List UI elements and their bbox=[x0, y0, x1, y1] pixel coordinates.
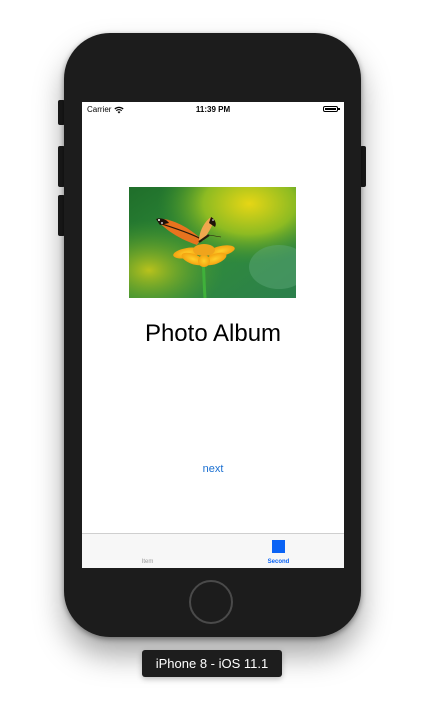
tab-item[interactable]: Item bbox=[82, 534, 213, 568]
device-label: iPhone 8 - iOS 11.1 bbox=[142, 650, 282, 677]
home-button[interactable] bbox=[189, 580, 233, 624]
tab-second-label: Second bbox=[267, 559, 290, 565]
tab-bar: Item Second bbox=[82, 533, 344, 568]
status-time: 11:39 PM bbox=[195, 105, 231, 114]
butterfly-photo bbox=[129, 187, 296, 298]
square-tab-icon bbox=[272, 540, 285, 553]
battery-fill bbox=[325, 108, 336, 110]
blank-tab-icon bbox=[141, 540, 154, 553]
tab-second[interactable]: Second bbox=[213, 534, 344, 568]
battery-icon bbox=[323, 106, 340, 112]
tab-item-label: Item bbox=[141, 559, 154, 565]
phone-screen: Carrier 11:39 PM Photo Album next Item S… bbox=[82, 102, 344, 568]
next-button[interactable]: next bbox=[82, 463, 344, 475]
page-title: Photo Album bbox=[144, 320, 282, 347]
simulator-window: Carrier 11:39 PM Photo Album next Item S… bbox=[0, 0, 425, 719]
status-bar: Carrier 11:39 PM bbox=[82, 102, 344, 116]
